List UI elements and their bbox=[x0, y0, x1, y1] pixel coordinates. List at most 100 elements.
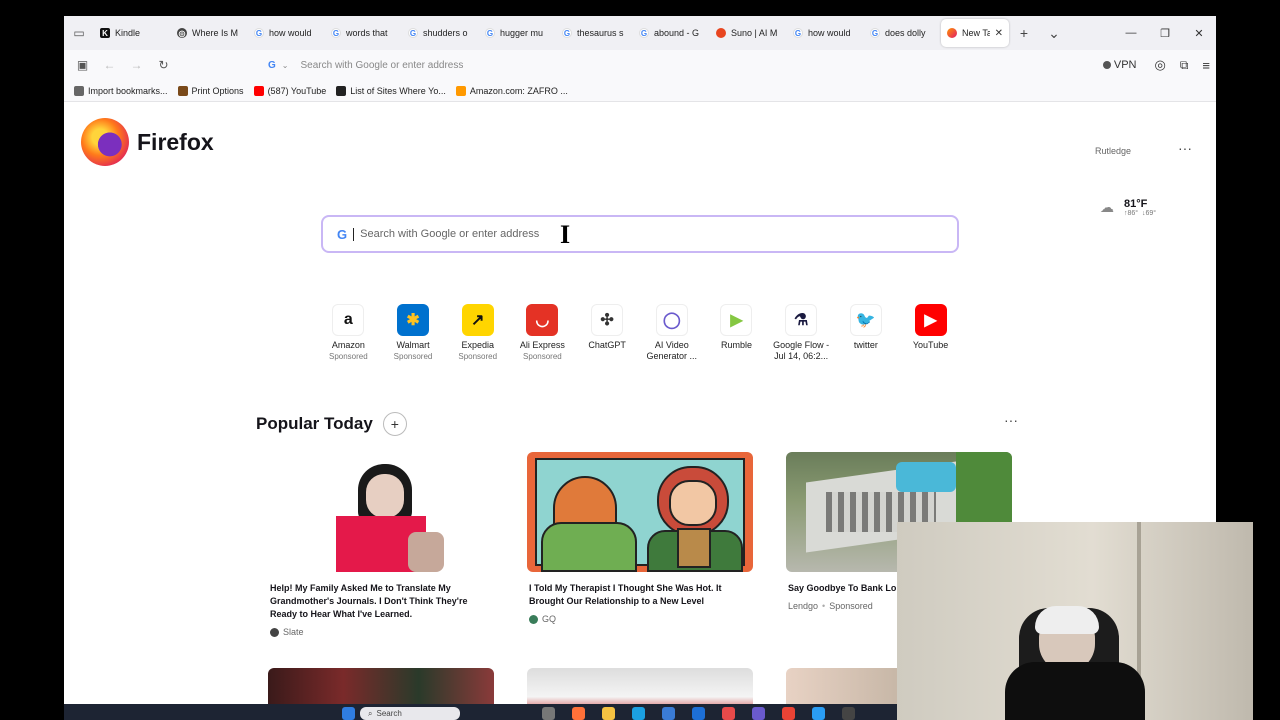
bookmark-label: Print Options bbox=[191, 85, 244, 96]
google-icon: G bbox=[337, 226, 348, 242]
sponsored-label: Sponsored bbox=[328, 352, 368, 361]
shortcut-tile[interactable]: ✱ Walmart Sponsored bbox=[381, 304, 446, 362]
vpn-label: VPN bbox=[1113, 59, 1137, 71]
shortcut-tile[interactable]: ◡ Ali Express Sponsored bbox=[510, 304, 575, 362]
story-card[interactable] bbox=[268, 668, 494, 704]
close-window-icon[interactable]: ✕ bbox=[1182, 16, 1216, 50]
shortcut-tile[interactable]: ▶ Rumble bbox=[704, 304, 769, 362]
minimize-icon[interactable]: — bbox=[1114, 16, 1148, 50]
story-card[interactable] bbox=[527, 668, 753, 704]
bookmark-icon bbox=[177, 85, 188, 96]
taskview-icon[interactable] bbox=[542, 707, 555, 720]
google-icon: G bbox=[408, 28, 418, 38]
shortcut-tile[interactable]: ↗ Expedia Sponsored bbox=[445, 304, 510, 362]
file-explorer-icon[interactable] bbox=[602, 707, 615, 720]
shortcut-tile[interactable]: ⚗ Google Flow - Jul 14, 06:2... bbox=[769, 304, 834, 362]
tab-title: abound - G bbox=[654, 28, 700, 38]
tab[interactable]: Suno | AI M bbox=[710, 19, 787, 47]
popular-menu-icon[interactable]: ··· bbox=[1004, 412, 1018, 428]
edge-icon[interactable] bbox=[632, 707, 645, 720]
taskbar-search[interactable]: ⌕ Search bbox=[360, 707, 460, 720]
forward-arrow-icon[interactable]: → bbox=[123, 50, 150, 80]
vpn-button[interactable]: VPN bbox=[1102, 59, 1137, 71]
app-icon[interactable] bbox=[722, 707, 735, 720]
tab[interactable]: Ghow would bbox=[248, 19, 325, 47]
main-search-box[interactable]: G Search with Google or enter address bbox=[321, 215, 959, 253]
user-name[interactable]: Rutledge bbox=[1095, 146, 1131, 156]
popular-today-header: Popular Today + bbox=[256, 412, 407, 436]
app-icon[interactable] bbox=[812, 707, 825, 720]
bookmark-item[interactable]: List of Sites Where Yo... bbox=[336, 85, 446, 96]
story-title[interactable]: Help! My Family Asked Me to Translate My… bbox=[268, 582, 494, 621]
story-card[interactable]: I Told My Therapist I Thought She Was Ho… bbox=[527, 452, 753, 624]
app-icon[interactable] bbox=[692, 707, 705, 720]
bookmark-item[interactable]: Amazon.com: ZAFRO ... bbox=[455, 85, 568, 96]
app-icon[interactable] bbox=[842, 707, 855, 720]
tab-title: Suno | AI M bbox=[731, 28, 778, 38]
tab-overflow-chevron-icon[interactable]: ⌄ bbox=[1039, 25, 1069, 42]
reload-icon[interactable]: ↻ bbox=[150, 50, 177, 80]
shortcut-label: Ali Express bbox=[519, 340, 565, 350]
shortcut-tile[interactable]: ✣ ChatGPT bbox=[575, 304, 640, 362]
tab-title: how would bbox=[269, 28, 312, 38]
tab-strip: ▭ K Kindle ◎ Where Is M Ghow would Gwords tha… bbox=[64, 16, 1216, 50]
engine-chevron-icon[interactable]: ⌄ bbox=[282, 61, 289, 70]
windows-start-icon[interactable] bbox=[342, 707, 355, 720]
page-menu-icon[interactable]: ··· bbox=[1178, 140, 1192, 156]
tab[interactable]: Gdoes dolly bbox=[864, 19, 941, 47]
firefox-taskbar-icon[interactable] bbox=[572, 707, 585, 720]
amazon-icon: a bbox=[332, 304, 365, 336]
tab-list-icon[interactable]: ▭ bbox=[64, 16, 94, 50]
search-engine-icon[interactable]: G bbox=[268, 60, 276, 71]
bookmark-item[interactable]: Print Options bbox=[177, 85, 244, 96]
windows-taskbar: ⌕ Search bbox=[64, 704, 897, 720]
bookmark-item[interactable]: (587) YouTube bbox=[253, 85, 327, 96]
bookmark-label: (587) YouTube bbox=[267, 85, 327, 96]
bookmark-item[interactable]: Import bookmarks... bbox=[74, 85, 168, 96]
tab[interactable]: Gwords that bbox=[325, 19, 402, 47]
shortcut-tile[interactable]: ◯ AI Video Generator ... bbox=[639, 304, 704, 362]
tab[interactable]: New Tab ✕ bbox=[941, 19, 1009, 47]
search-icon: ⌕ bbox=[368, 708, 373, 718]
tab-title: thesaurus s bbox=[577, 28, 624, 38]
shortcut-label: Walmart bbox=[396, 340, 430, 350]
google-icon: G bbox=[639, 28, 649, 38]
app-icon[interactable] bbox=[752, 707, 765, 720]
weather-temp: 81°F bbox=[1124, 198, 1148, 210]
story-source: GQ bbox=[527, 614, 753, 624]
story-card[interactable]: Help! My Family Asked Me to Translate My… bbox=[268, 452, 494, 637]
tab-title: Kindle bbox=[115, 28, 141, 38]
weather-widget[interactable]: ☁ 81°F ↑86° ↓69° bbox=[1100, 198, 1156, 217]
shortcut-tile[interactable]: 🐦 twitter bbox=[834, 304, 899, 362]
tab[interactable]: Gshudders o bbox=[402, 19, 479, 47]
app-menu-icon[interactable]: ≡ bbox=[1202, 58, 1210, 73]
tab[interactable]: Ghugger mu bbox=[479, 19, 556, 47]
tab-title: how would bbox=[808, 28, 851, 38]
restore-icon[interactable]: ❐ bbox=[1148, 16, 1182, 50]
shortcut-tile[interactable]: ▶ YouTube bbox=[898, 304, 963, 362]
tab[interactable]: Gabound - G bbox=[633, 19, 710, 47]
new-tab-plus-icon[interactable]: + bbox=[1009, 25, 1039, 41]
extensions-icon[interactable]: ⧉ bbox=[1180, 58, 1189, 73]
tab[interactable]: ◎ Where Is M bbox=[171, 19, 248, 47]
suno-icon bbox=[716, 28, 726, 38]
weather-hilo: ↑86° ↓69° bbox=[1124, 210, 1156, 217]
shortcut-label: Amazon bbox=[331, 340, 365, 350]
back-arrow-icon[interactable]: ← bbox=[96, 50, 123, 80]
tab[interactable]: Gthesaurus s bbox=[556, 19, 633, 47]
chrome-icon[interactable] bbox=[782, 707, 795, 720]
store-icon[interactable] bbox=[662, 707, 675, 720]
sidebar-toggle-icon[interactable]: ▣ bbox=[69, 50, 96, 80]
shortcut-tile[interactable]: a Amazon Sponsored bbox=[316, 304, 381, 362]
story-title[interactable]: I Told My Therapist I Thought She Was Ho… bbox=[527, 582, 753, 608]
firefox-icon bbox=[947, 28, 957, 38]
url-bar[interactable]: G ⌄ Search with Google or enter address bbox=[268, 54, 968, 76]
toolbar-right: VPN ◎ ⧉ ≡ bbox=[1102, 50, 1210, 80]
tab[interactable]: Ghow would bbox=[787, 19, 864, 47]
follow-topic-plus-icon[interactable]: + bbox=[382, 412, 407, 436]
bookmark-label: List of Sites Where Yo... bbox=[350, 85, 446, 96]
close-tab-icon[interactable]: ✕ bbox=[995, 28, 1003, 39]
account-icon[interactable]: ◎ bbox=[1154, 57, 1165, 73]
tab[interactable]: K Kindle bbox=[94, 19, 171, 47]
weather-high: ↑86° bbox=[1124, 210, 1139, 217]
